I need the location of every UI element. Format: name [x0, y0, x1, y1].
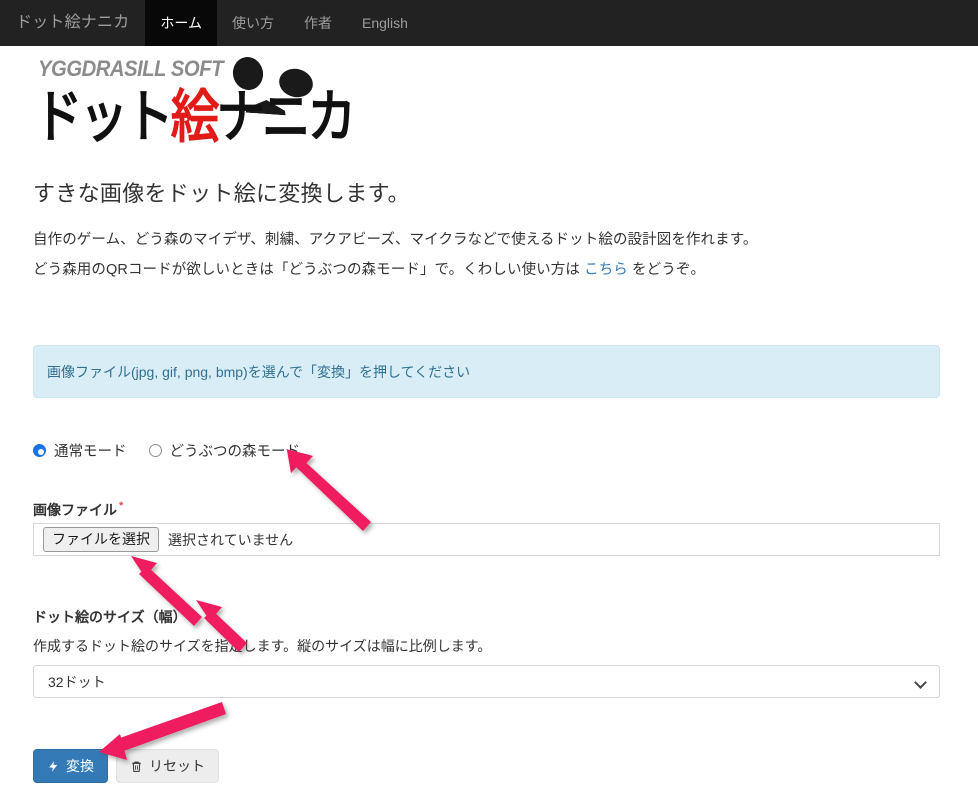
radio-option-animalcrossing[interactable]: どうぶつの森モード: [148, 440, 301, 461]
image-file-input[interactable]: ファイルを選択 選択されていません: [33, 523, 940, 556]
site-logo: YGGDRASILL SOFT ドット絵ナニカ: [34, 52, 356, 157]
logo-title-accent: 絵: [170, 83, 219, 151]
logo-title-part1: ドット: [34, 83, 174, 151]
annotation-arrow-mode: [286, 449, 371, 531]
form-actions: 変換 リセット: [33, 749, 219, 783]
description-text-after: をどうぞ。: [627, 262, 706, 278]
dot-size-label-text: ドット絵のサイズ（幅）: [33, 609, 187, 625]
top-navbar: ドット絵ナニカ ホーム 使い方 作者 English: [0, 0, 978, 46]
image-file-label: 画像ファイル *: [33, 500, 123, 520]
dot-size-select[interactable]: 32ドット: [33, 665, 940, 698]
info-alert-text: 画像ファイル(jpg, gif, png, bmp)を選んで「変換」を押してくだ…: [47, 363, 471, 380]
trash-icon: [130, 759, 143, 774]
description-paragraph-1: 自作のゲーム、どう森のマイデザ、刺繍、アクアビーズ、マイクラなどで使えるドット絵…: [33, 232, 758, 248]
logo-title-part2: ナニカ: [216, 83, 356, 151]
description-text-before: どう森用のQRコードが欲しいときは「どうぶつの森モード」で。くわしい使い方は: [33, 262, 585, 278]
reset-button-label: リセット: [149, 758, 205, 774]
nav-item-home[interactable]: ホーム: [145, 0, 217, 46]
info-alert: 画像ファイル(jpg, gif, png, bmp)を選んで「変換」を押してくだ…: [33, 345, 940, 398]
logo-company-name: YGGDRASILL SOFT: [38, 56, 224, 81]
image-file-required-mark: *: [119, 500, 124, 512]
convert-button[interactable]: 変換: [33, 749, 108, 783]
page-root: ドット絵ナニカ ホーム 使い方 作者 English YGGDRASILL SO…: [0, 0, 978, 787]
choose-file-button[interactable]: ファイルを選択: [43, 527, 159, 552]
navbar-brand[interactable]: ドット絵ナニカ: [0, 0, 145, 46]
usage-guide-link[interactable]: こちら: [584, 262, 628, 278]
image-file-label-text: 画像ファイル: [33, 502, 117, 518]
description-paragraph-2: どう森用のQRコードが欲しいときは「どうぶつの森モード」で。くわしい使い方は こ…: [33, 258, 705, 279]
reset-button[interactable]: リセット: [116, 749, 219, 783]
logo-title: ドット絵ナニカ: [34, 88, 356, 146]
chevron-down-icon: [915, 676, 927, 688]
radio-animalcrossing-indicator[interactable]: [148, 444, 162, 457]
file-selection-status: 選択されていません: [168, 531, 294, 548]
radio-option-normal[interactable]: 通常モード: [33, 440, 127, 461]
dot-size-required-mark: *: [188, 607, 193, 619]
dot-size-selected-value: 32ドット: [48, 673, 106, 690]
page-title: すきな画像をドット絵に変換します。: [33, 181, 410, 206]
convert-button-label: 変換: [66, 758, 94, 774]
nav-item-english[interactable]: English: [347, 0, 423, 46]
nav-item-author[interactable]: 作者: [289, 0, 347, 46]
radio-animalcrossing-label: どうぶつの森モード: [169, 444, 301, 460]
dot-size-label: ドット絵のサイズ（幅） *: [33, 607, 193, 627]
dot-size-help-text: 作成するドット絵のサイズを指定します。縦のサイズは幅に比例します。: [33, 638, 492, 654]
radio-normal-indicator[interactable]: [33, 444, 46, 457]
radio-normal-label: 通常モード: [54, 444, 127, 460]
lightning-bolt-icon: [47, 759, 60, 774]
mode-radio-group: 通常モード どうぶつの森モード: [33, 440, 322, 461]
nav-item-usage[interactable]: 使い方: [217, 0, 289, 46]
